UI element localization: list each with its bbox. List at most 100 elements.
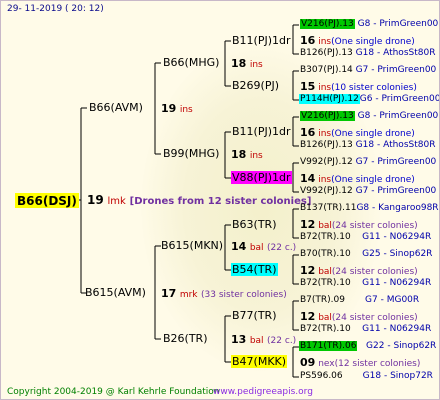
- ss-info: 18 ins: [231, 58, 263, 70]
- leaf-name: B137(TR).11: [300, 203, 357, 213]
- leaf-note: (One single drone): [331, 175, 415, 185]
- leaf-info-row: 14 ins(One single drone): [300, 173, 415, 185]
- copyright-text: Copyright 2004-2019 @ Karl Kehrle Founda…: [7, 387, 220, 397]
- dam-name[interactable]: B615(AVM): [85, 287, 146, 298]
- dam-breed: mrk: [179, 290, 198, 300]
- leaf-breed: bal: [318, 313, 332, 323]
- ds-info: 14 bal (22 c.): [231, 241, 296, 253]
- leaf-owner: PrimGreen00: [381, 94, 440, 104]
- leaf-owner: PrimGreen00: [377, 186, 437, 196]
- leaf-row[interactable]: V216(PJ).13 G8 - PrimGreen00: [300, 111, 439, 121]
- leaf-code: G18 -: [355, 140, 381, 150]
- leaf-row[interactable]: B137(TR).11G8 - Kangaroo98R: [300, 204, 439, 213]
- leaf-note: (10 sister colonies): [331, 83, 417, 93]
- sire-breed: ins: [179, 105, 193, 115]
- leaf-name: B70(TR).10: [300, 249, 351, 259]
- leaf-row[interactable]: B171(TR).06 G22 - Sinop62R: [299, 341, 437, 351]
- ss-name[interactable]: B66(MHG): [163, 57, 219, 68]
- leaf-name: P114H(PJ).12: [299, 94, 360, 104]
- leaf-owner: MG00R: [386, 295, 420, 305]
- leaf-row[interactable]: V992(PJ).12 G7 - PrimGreen00: [300, 158, 436, 167]
- leaf-breed: nex: [318, 359, 335, 369]
- website-link[interactable]: www.pedigreeapis.org: [213, 388, 313, 397]
- dds-name[interactable]: B77(TR): [232, 310, 277, 321]
- leaf-num: 14: [300, 172, 316, 185]
- leaf-owner: Sinop62R: [393, 341, 437, 351]
- ddd-name[interactable]: B47(MKK): [231, 355, 288, 368]
- leaf-row[interactable]: B126(PJ).13 G18 - AthosSt80R: [300, 141, 435, 150]
- dss-name[interactable]: B63(TR): [232, 219, 277, 230]
- leaf-owner: AthosSt80R: [383, 48, 436, 58]
- sdd-name[interactable]: V88(PJ)1dr: [231, 171, 292, 184]
- leaf-num: 15: [300, 80, 316, 93]
- leaf-name: B126(PJ).13: [300, 48, 353, 58]
- dd-note: (22 c.): [267, 336, 297, 346]
- leaf-code: G8 -: [357, 111, 377, 121]
- leaf-code: G7 -: [355, 65, 375, 75]
- leaf-owner: Sinop62R: [389, 249, 433, 259]
- dsd-label: B54(TR): [231, 263, 278, 276]
- dd-num: 13: [231, 333, 247, 346]
- ssd-name[interactable]: B269(PJ): [232, 80, 279, 91]
- ds-num: 14: [231, 240, 247, 253]
- ddd-label: B47(MKK): [231, 355, 288, 368]
- leaf-code: G7 -: [355, 186, 375, 196]
- leaf-row[interactable]: B126(PJ).13 G18 - AthosSt80R: [300, 49, 435, 58]
- leaf-name: B307(PJ).14: [300, 65, 353, 75]
- leaf-row[interactable]: B72(TR).10 G11 - N06294R: [300, 325, 431, 334]
- root-num: 19: [87, 193, 104, 207]
- leaf-row[interactable]: V216(PJ).13 G8 - PrimGreen00: [300, 19, 438, 29]
- dd-name[interactable]: B26(TR): [163, 333, 208, 344]
- leaf-row[interactable]: B70(TR).10 G25 - Sinop62R: [300, 250, 432, 259]
- leaf-name: B72(TR).10: [300, 232, 351, 242]
- leaf-name: PS596.06: [300, 371, 343, 381]
- sire-name[interactable]: B66(AVM): [89, 102, 143, 113]
- root-queen[interactable]: B66(DSJ): [15, 193, 79, 208]
- dsd-name[interactable]: B54(TR): [231, 263, 278, 276]
- leaf-row[interactable]: P114H(PJ).12G6 - PrimGreen00: [299, 94, 440, 104]
- leaf-code: G6 -: [359, 94, 379, 104]
- leaf-name: B72(TR).10: [300, 278, 351, 288]
- ds-name[interactable]: B615(MKN): [161, 240, 223, 251]
- leaf-code: G8 -: [357, 19, 377, 29]
- timestamp: 29- 11-2019 ( 20: 12): [7, 4, 104, 14]
- leaf-info-row: 16 ins(One single drone): [300, 35, 415, 47]
- sd-name[interactable]: B99(MHG): [163, 148, 219, 159]
- leaf-code: G7 -: [355, 157, 375, 167]
- sds-name[interactable]: B11(PJ)1dr: [232, 126, 291, 137]
- pedigree-frame: 29- 11-2019 ( 20: 12) B66(DSJ) 19 lmk [D…: [0, 0, 440, 400]
- leaf-owner: PrimGreen00: [377, 65, 437, 75]
- root-breed: lmk: [107, 196, 126, 207]
- leaf-note: (24 sister colonies): [331, 313, 418, 323]
- leaf-name: V992(PJ).12: [300, 186, 353, 196]
- leaf-row[interactable]: PS596.06 G18 - Sinop72R: [300, 372, 433, 381]
- leaf-num: 09: [300, 356, 316, 369]
- leaf-note: (One single drone): [331, 129, 415, 139]
- leaf-row[interactable]: B7(TR).09 G7 - MG00R: [300, 296, 419, 305]
- dam-note: (33 sister colonies): [201, 290, 287, 300]
- leaf-name: V216(PJ).13: [300, 111, 355, 121]
- leaf-code: G25 -: [362, 249, 387, 259]
- leaf-row[interactable]: B307(PJ).14 G7 - PrimGreen00: [300, 66, 436, 75]
- leaf-row[interactable]: V992(PJ).12 G7 - PrimGreen00: [300, 187, 436, 196]
- root-info: 19 lmk [Drones from 12 sister colonies]: [87, 194, 311, 207]
- sss-name[interactable]: B11(PJ)1dr: [232, 35, 291, 46]
- leaf-breed: ins: [318, 83, 332, 93]
- leaf-code: G22 -: [366, 341, 391, 351]
- ss-num: 18: [231, 57, 247, 70]
- leaf-owner: N06294R: [389, 278, 432, 288]
- leaf-info-row: 12 bal(24 sister colonies): [300, 311, 418, 323]
- dam-info: 17 mrk (33 sister colonies): [161, 288, 287, 300]
- sdd-label: V88(PJ)1dr: [231, 171, 292, 184]
- leaf-row[interactable]: B72(TR).10 G11 - N06294R: [300, 279, 431, 288]
- leaf-info-row: 15 ins(10 sister colonies): [300, 81, 417, 93]
- leaf-owner: N06294R: [389, 232, 432, 242]
- sd-info: 18 ins: [231, 149, 263, 161]
- leaf-note: (24 sister colonies): [331, 221, 418, 231]
- leaf-info-row: 12 bal(24 sister colonies): [300, 265, 418, 277]
- leaf-code: G11 -: [362, 232, 387, 242]
- leaf-code: G11 -: [362, 278, 387, 288]
- leaf-owner: PrimGreen00: [379, 111, 439, 121]
- leaf-row[interactable]: B72(TR).10 G11 - N06294R: [300, 233, 431, 242]
- sd-breed: ins: [249, 151, 263, 161]
